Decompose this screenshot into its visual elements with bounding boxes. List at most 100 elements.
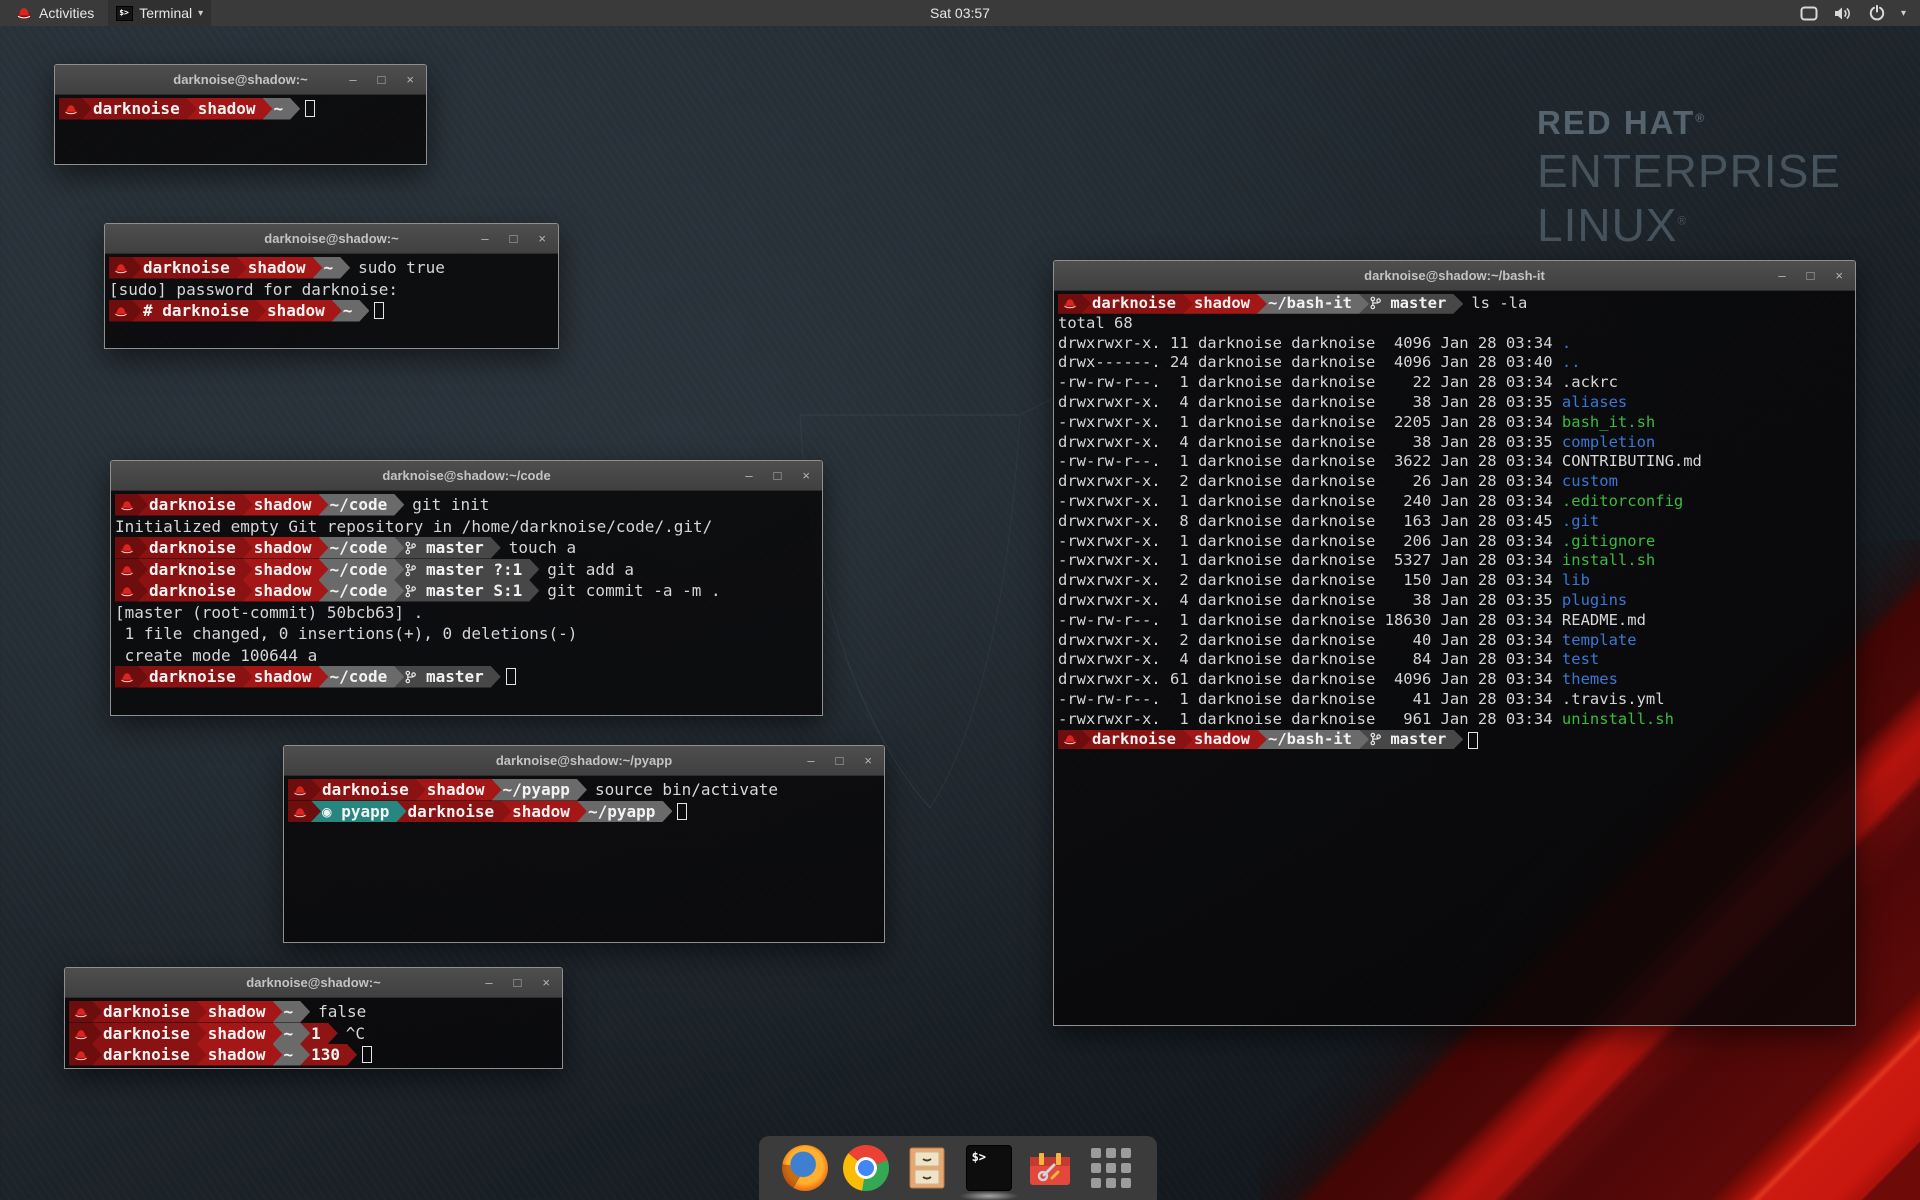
files-icon[interactable]	[904, 1145, 950, 1191]
prompt-segment-host: shadow	[416, 779, 502, 801]
power-icon[interactable]	[1869, 5, 1885, 21]
terminal-icon[interactable]: $>	[966, 1145, 1012, 1191]
terminal-line: -rw-rw-r--. 1 darknoise darknoise 18630 …	[1058, 611, 1851, 631]
terminal-content[interactable]: darknoiseshadow~/codegit initInitialized…	[111, 491, 822, 715]
minimize-button[interactable]: –	[745, 461, 752, 491]
activities-label: Activities	[39, 5, 94, 21]
prompt-segment-user: darknoise	[132, 257, 247, 279]
output-text: uninstall.sh	[1562, 710, 1674, 728]
output-text: 1 file changed, 0 insertions(+), 0 delet…	[115, 624, 577, 643]
terminal-line: -rwxrwxr-x. 1 darknoise darknoise 206 Ja…	[1058, 532, 1851, 552]
close-button[interactable]: ×	[1835, 261, 1843, 291]
prompt-segment-host: shadow	[243, 494, 329, 516]
title-bar[interactable]: darknoise@shadow:~ – □ ×	[55, 65, 426, 95]
git-branch-icon	[1370, 732, 1381, 746]
prompt-segment-user: darknoise	[1081, 730, 1193, 750]
output-text: -rw-rw-r--. 1 darknoise darknoise 3622 J…	[1058, 452, 1702, 470]
prompt-segment-git: master ?:1	[394, 559, 539, 581]
terminal-content[interactable]: darknoiseshadow~	[55, 95, 426, 164]
terminal-window-home-2[interactable]: darknoise@shadow:~ – □ × darknoiseshadow…	[64, 967, 563, 1069]
terminal-content[interactable]: darknoiseshadow~/pyappsource bin/activat…	[284, 776, 884, 942]
redhat-prompt-icon	[74, 1007, 88, 1019]
redhat-prompt-icon	[64, 104, 78, 116]
window-title: darknoise@shadow:~/bash-it	[1054, 268, 1855, 283]
toolbox-icon[interactable]	[1027, 1145, 1073, 1191]
prompt-segment-host: shadow	[197, 1044, 283, 1066]
terminal-window-code[interactable]: darknoise@shadow:~/code – □ × darknoises…	[110, 460, 823, 716]
output-text: -rw-rw-r--. 1 darknoise darknoise 18630 …	[1058, 611, 1646, 629]
output-text: template	[1562, 631, 1637, 649]
redhat-prompt-icon	[120, 586, 134, 598]
output-text: -rwxrwxr-x. 1 darknoise darknoise 240 Ja…	[1058, 492, 1562, 510]
prompt-segment-git: master S:1	[394, 580, 539, 602]
title-bar[interactable]: darknoise@shadow:~/pyapp – □ ×	[284, 746, 884, 776]
terminal-window-home-1[interactable]: darknoise@shadow:~ – □ × darknoiseshadow…	[54, 64, 427, 165]
maximize-button[interactable]: □	[836, 746, 844, 776]
terminal-window-pyapp[interactable]: darknoise@shadow:~/pyapp – □ × darknoise…	[283, 745, 885, 943]
terminal-content[interactable]: darknoiseshadow~falsedarknoiseshadow~1^C…	[65, 998, 562, 1068]
terminal-line: [master (root-commit) 50bcb63] .	[115, 602, 818, 624]
terminal-window-bash-it[interactable]: darknoise@shadow:~/bash-it – □ × darknoi…	[1053, 260, 1856, 1026]
git-branch-icon	[1370, 296, 1381, 310]
prompt-segment-user: darknoise	[1081, 294, 1193, 314]
output-text: -rwxrwxr-x. 1 darknoise darknoise 961 Ja…	[1058, 710, 1562, 728]
output-text: drwxrwxr-x. 4 darknoise darknoise 38 Jan…	[1058, 393, 1562, 411]
prompt-segment-user: darknoise	[138, 559, 253, 581]
output-text: lib	[1562, 571, 1590, 589]
output-text: create mode 100644 a	[115, 646, 317, 665]
app-grid-icon[interactable]	[1088, 1145, 1134, 1191]
close-button[interactable]: ×	[802, 461, 810, 491]
minimize-button[interactable]: –	[485, 968, 492, 998]
prompt-segment-host: shadow	[243, 559, 329, 581]
focused-app-menu[interactable]: $> Terminal ▾	[108, 0, 211, 26]
output-text: Initialized empty Git repository in /hom…	[115, 517, 712, 536]
title-bar[interactable]: darknoise@shadow:~/bash-it – □ ×	[1054, 261, 1855, 291]
system-menu-chevron-icon[interactable]: ▾	[1901, 8, 1906, 19]
terminal-line: darknoiseshadow~/code mastertouch a	[115, 537, 818, 559]
git-branch-icon	[405, 670, 416, 684]
maximize-button[interactable]: □	[774, 461, 782, 491]
minimize-button[interactable]: –	[481, 224, 488, 254]
terminal-content[interactable]: darknoiseshadow~sudo true[sudo] password…	[105, 254, 558, 348]
title-bar[interactable]: darknoise@shadow:~ – □ ×	[65, 968, 562, 998]
prompt-segment-host: shadow	[1183, 294, 1267, 314]
close-button[interactable]: ×	[538, 224, 546, 254]
output-text: install.sh	[1562, 551, 1655, 569]
window-title: darknoise@shadow:~/code	[111, 468, 822, 483]
terminal-content[interactable]: darknoiseshadow~/bash-it masterls -latot…	[1054, 291, 1855, 1025]
prompt-segment-git: master	[394, 537, 500, 559]
clock[interactable]: Sat 03:57	[930, 5, 990, 21]
terminal-window-sudo[interactable]: darknoise@shadow:~ – □ × darknoiseshadow…	[104, 223, 559, 349]
command-text: false	[300, 1002, 366, 1021]
title-bar[interactable]: darknoise@shadow:~ – □ ×	[105, 224, 558, 254]
screen-share-icon[interactable]	[1800, 6, 1818, 21]
terminal-line: drwxrwxr-x. 2 darknoise darknoise 150 Ja…	[1058, 571, 1851, 591]
volume-icon[interactable]	[1834, 6, 1853, 21]
maximize-button[interactable]: □	[1807, 261, 1815, 291]
maximize-button[interactable]: □	[510, 224, 518, 254]
chevron-down-icon: ▾	[198, 8, 203, 19]
firefox-icon[interactable]	[782, 1145, 828, 1191]
maximize-button[interactable]: □	[378, 65, 386, 95]
maximize-button[interactable]: □	[514, 968, 522, 998]
output-text: .gitignore	[1562, 532, 1655, 550]
redhat-prompt-icon	[120, 500, 134, 512]
close-button[interactable]: ×	[864, 746, 872, 776]
prompt-segment-host: shadow	[197, 1023, 283, 1045]
prompt-segment-user: darknoise	[82, 98, 197, 120]
minimize-button[interactable]: –	[1778, 261, 1785, 291]
terminal-app-icon: $>	[116, 6, 133, 21]
output-text: -rwxrwxr-x. 1 darknoise darknoise 5327 J…	[1058, 551, 1562, 569]
minimize-button[interactable]: –	[349, 65, 356, 95]
title-bar[interactable]: darknoise@shadow:~/code – □ ×	[111, 461, 822, 491]
close-button[interactable]: ×	[542, 968, 550, 998]
prompt-segment-user: darknoise	[311, 779, 426, 801]
terminal-line: drwxrwxr-x. 2 darknoise darknoise 26 Jan…	[1058, 472, 1851, 492]
chrome-icon[interactable]	[843, 1145, 889, 1191]
close-button[interactable]: ×	[406, 65, 414, 95]
command-text: sudo true	[340, 258, 445, 277]
prompt-segment-host: shadow	[243, 580, 329, 602]
activities-button[interactable]: Activities	[10, 0, 100, 26]
minimize-button[interactable]: –	[807, 746, 814, 776]
prompt-segment-host: shadow	[197, 1001, 283, 1023]
